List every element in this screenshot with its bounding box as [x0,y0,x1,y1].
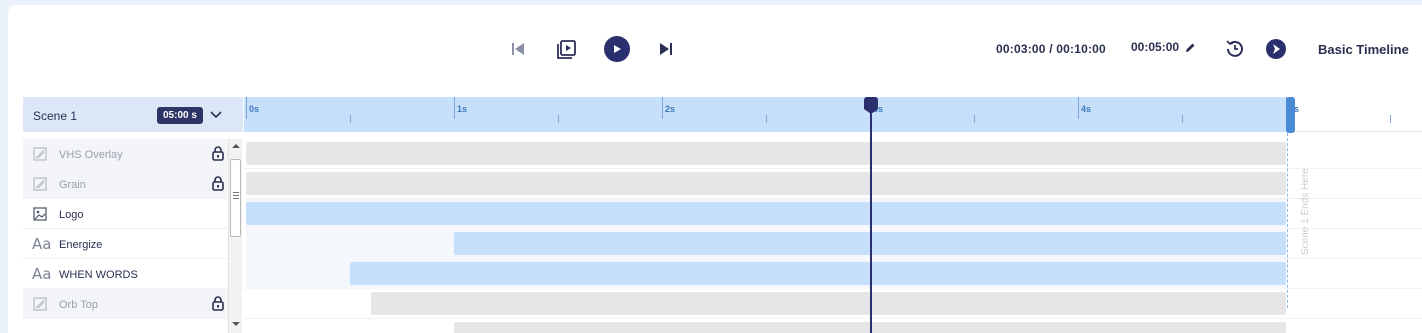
layer-name: VHS Overlay [59,149,123,161]
ruler-minor-tick [766,115,767,123]
skip-back-icon [512,43,524,55]
text-layer-icon: Aa [32,265,52,283]
scroll-up-icon[interactable] [232,143,240,149]
current-time: 00:03:00 [996,42,1046,56]
transport-bar: 00:03:00 / 00:10:00 00:05:00 Basic Timel… [8,5,1422,95]
ruler-minor-tick [974,115,975,123]
play-icon [614,45,621,53]
lock-icon[interactable] [211,295,225,311]
preview-button[interactable] [555,38,577,60]
layer-clip[interactable] [246,142,1286,165]
lock-icon[interactable] [211,175,225,191]
scene-duration-badge[interactable]: 05:00 s [157,107,203,124]
preview-icon [556,39,576,59]
layer-clip[interactable] [246,172,1286,195]
scene-header[interactable]: Scene 1 05:00 s [23,97,243,132]
ruler-major-tick [662,97,663,119]
layer-clip[interactable] [246,202,1286,225]
time-separator: / [1049,42,1053,56]
auto-play-icon[interactable] [1265,38,1287,60]
overlay-layer-icon [33,297,47,311]
scene-duration: 00:05:00 [1131,40,1180,54]
track-row[interactable] [244,199,1422,229]
history-icon[interactable] [1224,38,1246,60]
overlay-layer-icon [33,177,47,191]
scene-title: Scene 1 [33,109,78,123]
total-time: 00:10:00 [1056,42,1106,56]
scene-end-line [1287,133,1288,308]
layer-name: Orb Top [59,299,98,311]
time-ruler[interactable]: 0s1s2s3s4s5s [244,97,1422,132]
layer-clip[interactable] [370,292,1286,315]
ruler-tick-label: 0s [249,104,260,114]
ruler-minor-tick [350,115,351,123]
pencil-icon[interactable] [1185,42,1196,53]
track-row[interactable] [244,289,1422,319]
ruler-tick-label: 4s [1081,104,1092,114]
timeline-mode-label[interactable]: Basic Timeline [1318,42,1409,57]
track-row[interactable] [244,259,1422,289]
time-readout: 00:03:00 / 00:10:00 [996,42,1106,56]
ruler-major-tick [246,97,247,119]
track-row[interactable] [244,229,1422,259]
scene-end-handle[interactable] [1286,97,1295,133]
ruler-minor-tick [1182,115,1183,123]
play-button[interactable] [604,36,630,62]
layer-row[interactable]: Grain [23,169,228,199]
skip-to-end-button[interactable] [658,41,674,57]
layer-name: Energize [59,239,103,251]
layer-row[interactable]: Aa Energize [23,229,228,259]
ruler-major-tick [1078,97,1079,119]
image-layer-icon [33,207,47,221]
layer-row[interactable]: VHS Overlay [23,139,228,169]
ruler-major-tick [454,97,455,119]
chevron-down-icon[interactable] [209,109,223,121]
ruler-minor-tick [1390,115,1391,123]
layer-row[interactable]: Logo [23,199,228,229]
overlay-layer-icon [33,147,47,161]
scene-end-label: Scene 1 Ends Here [1300,168,1311,255]
scroll-down-icon[interactable] [232,321,240,327]
playhead-line[interactable] [870,103,872,333]
ruler-tick-label: 1s [457,104,468,114]
scrollbar-thumb[interactable] [230,159,241,237]
ruler-tick-label: 2s [665,104,676,114]
layer-scrollbar[interactable] [228,139,242,333]
layer-name: Grain [59,179,86,191]
ruler-minor-tick [558,115,559,123]
timeline-panel: 00:03:00 / 00:10:00 00:05:00 Basic Timel… [8,5,1422,333]
layer-list: VHS Overlay Grain Logo Aa Energize Aa WHEN WOR… [23,139,228,333]
text-layer-icon: Aa [32,235,52,253]
track-row[interactable] [244,169,1422,199]
layer-row[interactable]: Aa WHEN WORDS [23,259,228,289]
track-area[interactable] [244,139,1422,333]
lock-icon[interactable] [211,145,225,161]
skip-to-start-button[interactable] [510,41,526,57]
grip-icon [233,192,239,199]
track-row[interactable] [244,139,1422,169]
skip-forward-icon [660,43,672,55]
layer-row[interactable]: Orb Top [23,289,228,319]
layer-name: Logo [59,209,84,221]
layer-clip[interactable] [350,262,1286,285]
duration-control[interactable]: 00:05:00 [1131,40,1196,54]
layer-name: WHEN WORDS [59,269,138,281]
